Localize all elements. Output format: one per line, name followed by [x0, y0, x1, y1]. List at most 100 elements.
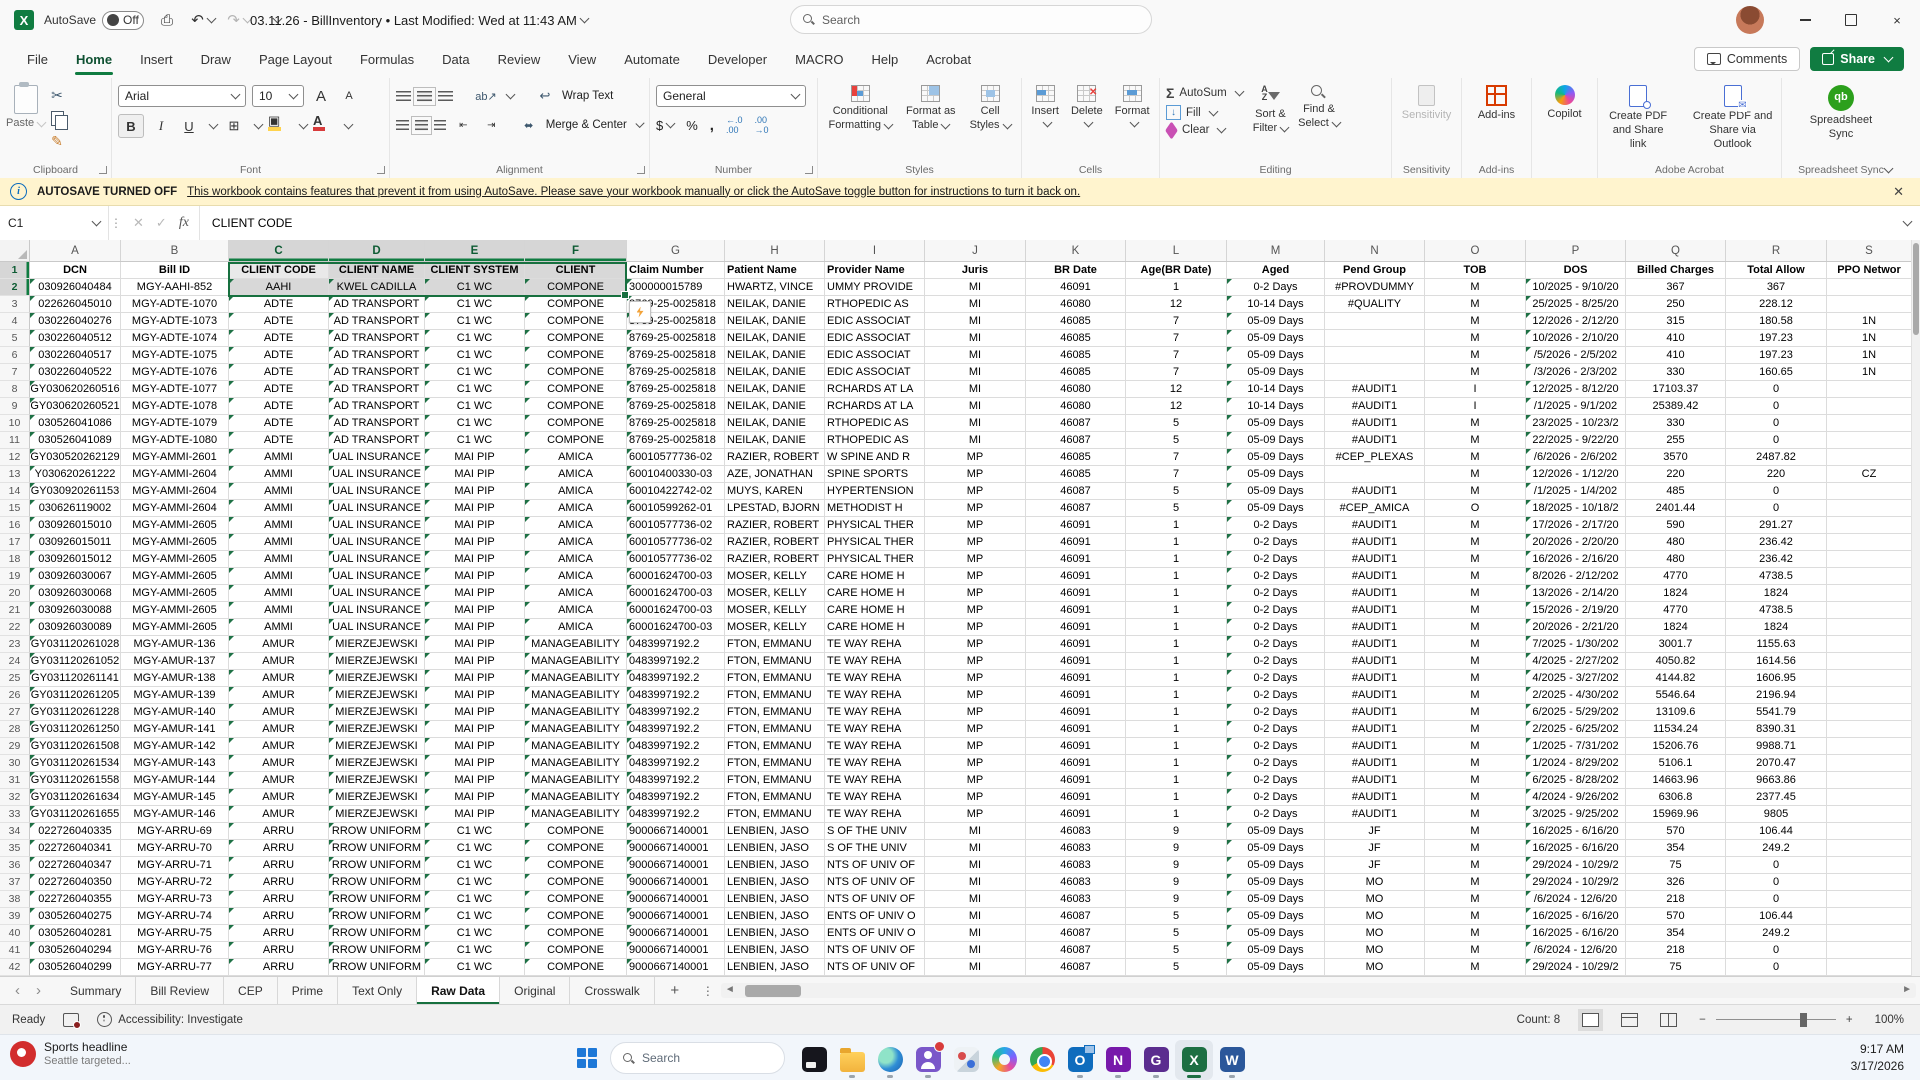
cell[interactable]: M — [1425, 483, 1526, 500]
cell[interactable]: Total Allow — [1726, 262, 1827, 279]
tab-data[interactable]: Data — [429, 44, 482, 75]
column-header-R[interactable]: R — [1726, 240, 1827, 261]
cell[interactable]: 46091 — [1026, 772, 1126, 789]
cell[interactable]: 030526040299 — [30, 959, 121, 976]
cell[interactable]: 17/2026 - 2/17/20 — [1526, 517, 1626, 534]
cell[interactable]: 0 — [1726, 942, 1827, 959]
cell[interactable]: ADTE — [229, 296, 329, 313]
cell[interactable]: 1/2025 - 7/31/202 — [1526, 738, 1626, 755]
cell[interactable]: C1 WC — [425, 908, 525, 925]
cell[interactable]: 29/2024 - 10/29/2 — [1526, 857, 1626, 874]
cell[interactable]: AMICA — [525, 483, 627, 500]
cell[interactable]: DCN — [30, 262, 121, 279]
cell[interactable]: 0 — [1726, 891, 1827, 908]
cell[interactable]: #CEP_AMICA — [1325, 500, 1425, 517]
cell[interactable]: M — [1425, 415, 1526, 432]
cell[interactable]: 12/2026 - 2/12/20 — [1526, 313, 1626, 330]
cell[interactable]: FTON, EMMANU — [725, 653, 825, 670]
row-header-20[interactable]: 20 — [0, 585, 30, 602]
cell[interactable]: 16/2025 - 6/16/20 — [1526, 840, 1626, 857]
cell[interactable]: NEILAK, DANIE — [725, 296, 825, 313]
cell[interactable]: 022726040347 — [30, 857, 121, 874]
cell[interactable]: 12 — [1126, 381, 1227, 398]
cell[interactable]: MGY-ARRU-72 — [121, 874, 229, 891]
cell[interactable]: 220 — [1626, 466, 1726, 483]
cell[interactable]: ARRU — [229, 874, 329, 891]
cell[interactable]: MGY-ADTE-1073 — [121, 313, 229, 330]
cell[interactable]: ARRU — [229, 908, 329, 925]
cell[interactable]: UMMY PROVIDE — [825, 279, 925, 296]
cell[interactable]: MGY-AMMI-2601 — [121, 449, 229, 466]
cell[interactable]: 9000667140001 — [627, 823, 725, 840]
cell[interactable]: 46091 — [1026, 551, 1126, 568]
cell[interactable]: 7 — [1126, 449, 1227, 466]
cell[interactable]: UAL INSURANCE — [329, 534, 425, 551]
cell[interactable]: MAI PIP — [425, 670, 525, 687]
row-header-24[interactable]: 24 — [0, 653, 30, 670]
row-header-27[interactable]: 27 — [0, 704, 30, 721]
cell[interactable]: ADTE — [229, 347, 329, 364]
cell[interactable]: NEILAK, DANIE — [725, 432, 825, 449]
cell[interactable] — [1827, 925, 1911, 942]
cell[interactable]: 10/2025 - 9/10/20 — [1526, 279, 1626, 296]
increase-indent-icon[interactable]: ⇥ — [480, 114, 502, 136]
cell[interactable]: 0-2 Days — [1227, 806, 1325, 823]
cell[interactable]: COMPONE — [525, 296, 627, 313]
cell[interactable] — [1827, 483, 1911, 500]
cell[interactable]: 250 — [1626, 296, 1726, 313]
cell[interactable]: COMPONE — [525, 959, 627, 976]
cell[interactable]: 7 — [1126, 330, 1227, 347]
row-header-1[interactable]: 1 — [0, 262, 30, 279]
create-pdf-share-outlook-button[interactable]: Create PDF andShare via Outlook — [1690, 85, 1775, 151]
cell[interactable]: 29/2024 - 10/29/2 — [1526, 959, 1626, 976]
cell[interactable]: 022726040355 — [30, 891, 121, 908]
cell[interactable]: 46091 — [1026, 619, 1126, 636]
cell[interactable]: MAI PIP — [425, 721, 525, 738]
cell[interactable]: #AUDIT1 — [1325, 398, 1425, 415]
cell[interactable]: 1N — [1827, 347, 1911, 364]
cell[interactable]: MGY-AMMI-2605 — [121, 568, 229, 585]
close-button[interactable]: × — [1874, 0, 1920, 40]
cell[interactable]: AD TRANSPORT — [329, 432, 425, 449]
cell[interactable]: 0483997192.2 — [627, 806, 725, 823]
start-button[interactable] — [570, 1041, 604, 1075]
cell[interactable]: 1 — [1126, 585, 1227, 602]
tab-developer[interactable]: Developer — [695, 44, 780, 75]
cell[interactable]: MIERZEJEWSKI — [329, 772, 425, 789]
cell[interactable]: 46087 — [1026, 415, 1126, 432]
cell[interactable]: 20/2026 - 2/20/20 — [1526, 534, 1626, 551]
cell[interactable]: MIERZEJEWSKI — [329, 806, 425, 823]
cell[interactable]: 030926015010 — [30, 517, 121, 534]
cell[interactable]: 0-2 Days — [1227, 670, 1325, 687]
column-header-J[interactable]: J — [925, 240, 1026, 261]
cell[interactable]: C1 WC — [425, 840, 525, 857]
column-header-B[interactable]: B — [121, 240, 229, 261]
cell[interactable]: EDIC ASSOCIAT — [825, 313, 925, 330]
horizontal-scrollbar[interactable]: ◄ ► — [721, 983, 1916, 998]
cell[interactable]: Juris — [925, 262, 1026, 279]
cell[interactable]: TE WAY REHA — [825, 687, 925, 704]
cell[interactable]: 1824 — [1626, 619, 1726, 636]
cell[interactable]: 030926030089 — [30, 619, 121, 636]
cell[interactable]: /6/2024 - 12/6/20 — [1526, 891, 1626, 908]
cell[interactable] — [1827, 738, 1911, 755]
row-header-32[interactable]: 32 — [0, 789, 30, 806]
cell[interactable]: MGY-ARRU-73 — [121, 891, 229, 908]
cell[interactable] — [1325, 330, 1425, 347]
cell[interactable]: 05-09 Days — [1227, 840, 1325, 857]
minimize-button[interactable] — [1782, 0, 1828, 40]
orientation-button[interactable]: ab↗ — [475, 85, 497, 107]
cell[interactable]: #AUDIT1 — [1325, 568, 1425, 585]
cell[interactable]: 1614.56 — [1726, 653, 1827, 670]
cell[interactable]: 12 — [1126, 296, 1227, 313]
cell[interactable]: MGY-ARRU-75 — [121, 925, 229, 942]
cell[interactable]: UAL INSURANCE — [329, 585, 425, 602]
cell[interactable]: 249.2 — [1726, 925, 1827, 942]
cell[interactable]: 2377.45 — [1726, 789, 1827, 806]
cell[interactable]: 46083 — [1026, 874, 1126, 891]
cell[interactable]: AD TRANSPORT — [329, 313, 425, 330]
cell[interactable]: #QUALITY — [1325, 296, 1425, 313]
cell[interactable]: ENTS OF UNIV O — [825, 908, 925, 925]
cell[interactable]: 1/2024 - 8/29/202 — [1526, 755, 1626, 772]
cell[interactable]: MGY-AMUR-141 — [121, 721, 229, 738]
